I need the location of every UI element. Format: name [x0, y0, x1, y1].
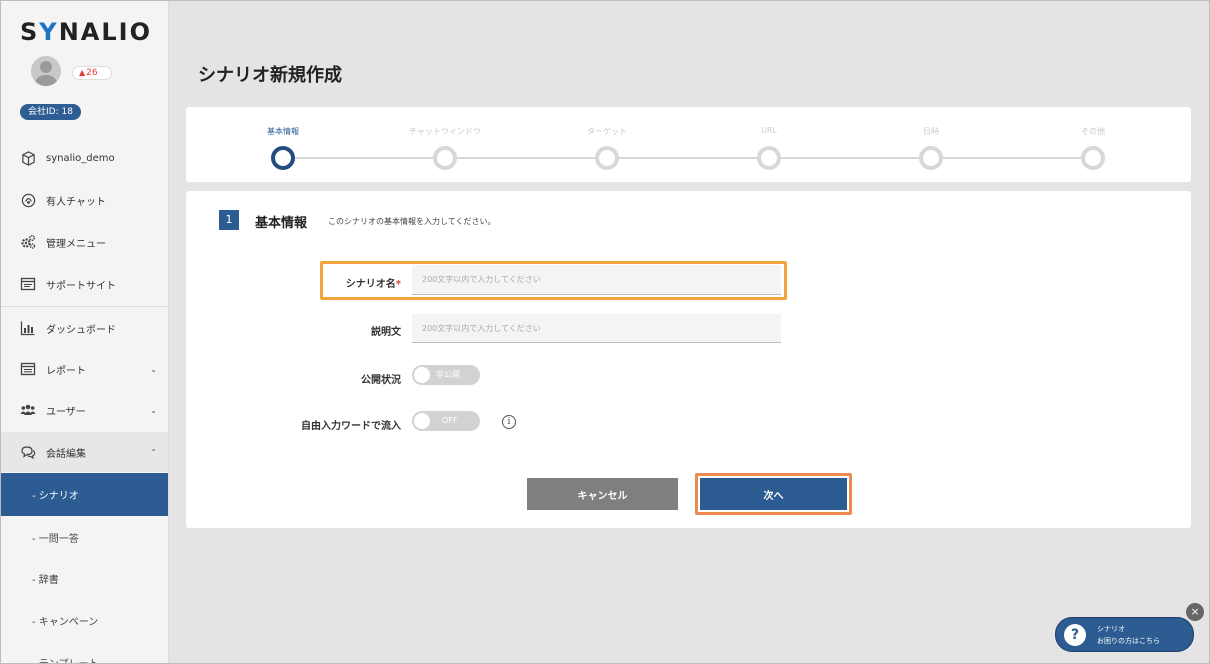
stepper-card: 基本情報 チャットウィンドウ ターゲット URL 日時 その他	[186, 107, 1191, 182]
help-widget[interactable]: ? シナリオ お困りの方はこちら	[1055, 617, 1194, 652]
step-indicator	[595, 146, 619, 170]
sidebar-subitem-campaign[interactable]: - キャンペーン	[0, 599, 168, 642]
sidebar-item-label: 有人チャット	[46, 196, 106, 208]
step-indicator	[757, 146, 781, 170]
publish-status-label: 公開状況	[361, 375, 401, 386]
company-id-badge: 会社ID: 18	[20, 104, 81, 120]
step-label: チャットウィンドウ	[409, 127, 481, 136]
gears-icon	[20, 234, 36, 250]
sidebar-subitem-dictionary[interactable]: - 辞書	[0, 557, 168, 600]
next-button[interactable]: 次へ	[700, 478, 847, 510]
scenario-name-label: シナリオ名*	[345, 279, 401, 290]
question-icon: ?	[1064, 624, 1086, 646]
page-title: シナリオ新規作成	[198, 65, 342, 86]
sidebar-item-label: サポートサイト	[46, 280, 116, 292]
headset-icon	[20, 192, 36, 208]
chevron-down-icon: ⌄	[150, 405, 157, 415]
step-label: URL	[761, 126, 777, 135]
chat-bubbles-icon	[20, 444, 36, 460]
sidebar-item-admin-menu[interactable]: 管理メニュー	[0, 222, 168, 262]
sidebar-item-users[interactable]: ユーザー ⌄	[0, 390, 168, 430]
browser-window-icon	[20, 276, 36, 292]
sidebar-item-support-site[interactable]: サポートサイト	[0, 264, 168, 304]
chevron-up-icon: ⌃	[150, 447, 157, 457]
sidebar-item-label: ダッシュボード	[46, 324, 116, 336]
sidebar-item-conversation-edit[interactable]: 会話編集 ⌃	[0, 432, 168, 472]
step-other[interactable]: その他	[1033, 107, 1153, 170]
help-subtitle: お困りの方はこちら	[1097, 637, 1160, 645]
section-description: このシナリオの基本情報を入力してください。	[328, 217, 496, 226]
free-input-toggle[interactable]: OFF	[412, 411, 480, 431]
step-chat-window[interactable]: チャットウィンドウ	[385, 107, 505, 170]
step-indicator	[1081, 146, 1105, 170]
sidebar-item-account[interactable]: synalio_demo	[0, 138, 168, 178]
avatar[interactable]	[31, 56, 61, 86]
toggle-knob	[414, 413, 430, 429]
section-title: 基本情報	[255, 216, 308, 231]
cube-icon	[20, 150, 36, 166]
sidebar-item-dashboard[interactable]: ダッシュボード	[0, 308, 168, 348]
section-number: 1	[219, 210, 239, 230]
toggle-label: 非公開	[436, 370, 460, 379]
sidebar-item-reports[interactable]: レポート ⌄	[0, 349, 168, 389]
step-label: ターゲット	[587, 127, 627, 136]
sidebar-item-label: 管理メニュー	[46, 238, 106, 250]
sidebar-divider	[0, 306, 168, 307]
toggle-label: OFF	[442, 416, 458, 425]
chevron-down-icon: ⌄	[150, 364, 157, 374]
publish-status-toggle[interactable]: 非公開	[412, 365, 480, 385]
step-label: その他	[1081, 127, 1105, 136]
sidebar-subitem-scenario[interactable]: - シナリオ	[0, 473, 168, 516]
description-input[interactable]	[412, 314, 781, 343]
toggle-knob	[414, 367, 430, 383]
sidebar-subitem-faq[interactable]: - 一問一答	[0, 516, 168, 559]
sidebar-item-label: synalio_demo	[46, 152, 115, 164]
close-icon[interactable]: ×	[1186, 603, 1204, 621]
report-list-icon	[20, 361, 36, 377]
step-url[interactable]: URL	[709, 107, 829, 170]
basic-info-form: 1 基本情報 このシナリオの基本情報を入力してください。 シナリオ名* 説明文 …	[186, 191, 1191, 528]
sidebar-item-label: レポート	[46, 365, 86, 377]
step-label: 基本情報	[267, 127, 299, 136]
sidebar-item-live-chat[interactable]: 有人チャット	[0, 180, 168, 220]
bar-chart-icon	[20, 320, 36, 336]
step-indicator	[271, 146, 295, 170]
step-basic-info[interactable]: 基本情報	[223, 107, 343, 170]
bell-icon: ▲	[79, 68, 86, 77]
cancel-button[interactable]: キャンセル	[527, 478, 678, 510]
sidebar-item-label: ユーザー	[46, 406, 86, 418]
step-target[interactable]: ターゲット	[547, 107, 667, 170]
sidebar-item-label: 会話編集	[46, 448, 86, 460]
users-icon	[20, 402, 36, 418]
step-datetime[interactable]: 日時	[871, 107, 991, 170]
free-input-label: 自由入力ワードで流入	[301, 421, 401, 432]
step-indicator	[919, 146, 943, 170]
info-icon[interactable]: i	[502, 415, 516, 429]
step-indicator	[433, 146, 457, 170]
help-title: シナリオ	[1097, 625, 1125, 633]
required-mark: *	[395, 279, 401, 290]
sidebar-subitem-template[interactable]: - テンプレート	[0, 641, 168, 664]
notification-badge[interactable]: ▲26	[72, 66, 112, 80]
description-label: 説明文	[371, 327, 401, 338]
step-label: 日時	[923, 127, 939, 136]
synalio-logo[interactable]: SYNALIO	[20, 18, 152, 46]
sidebar: SYNALIO ▲26 会社ID: 18 synalio_demo 有人チャット…	[0, 0, 169, 664]
scenario-name-input[interactable]	[412, 265, 781, 295]
